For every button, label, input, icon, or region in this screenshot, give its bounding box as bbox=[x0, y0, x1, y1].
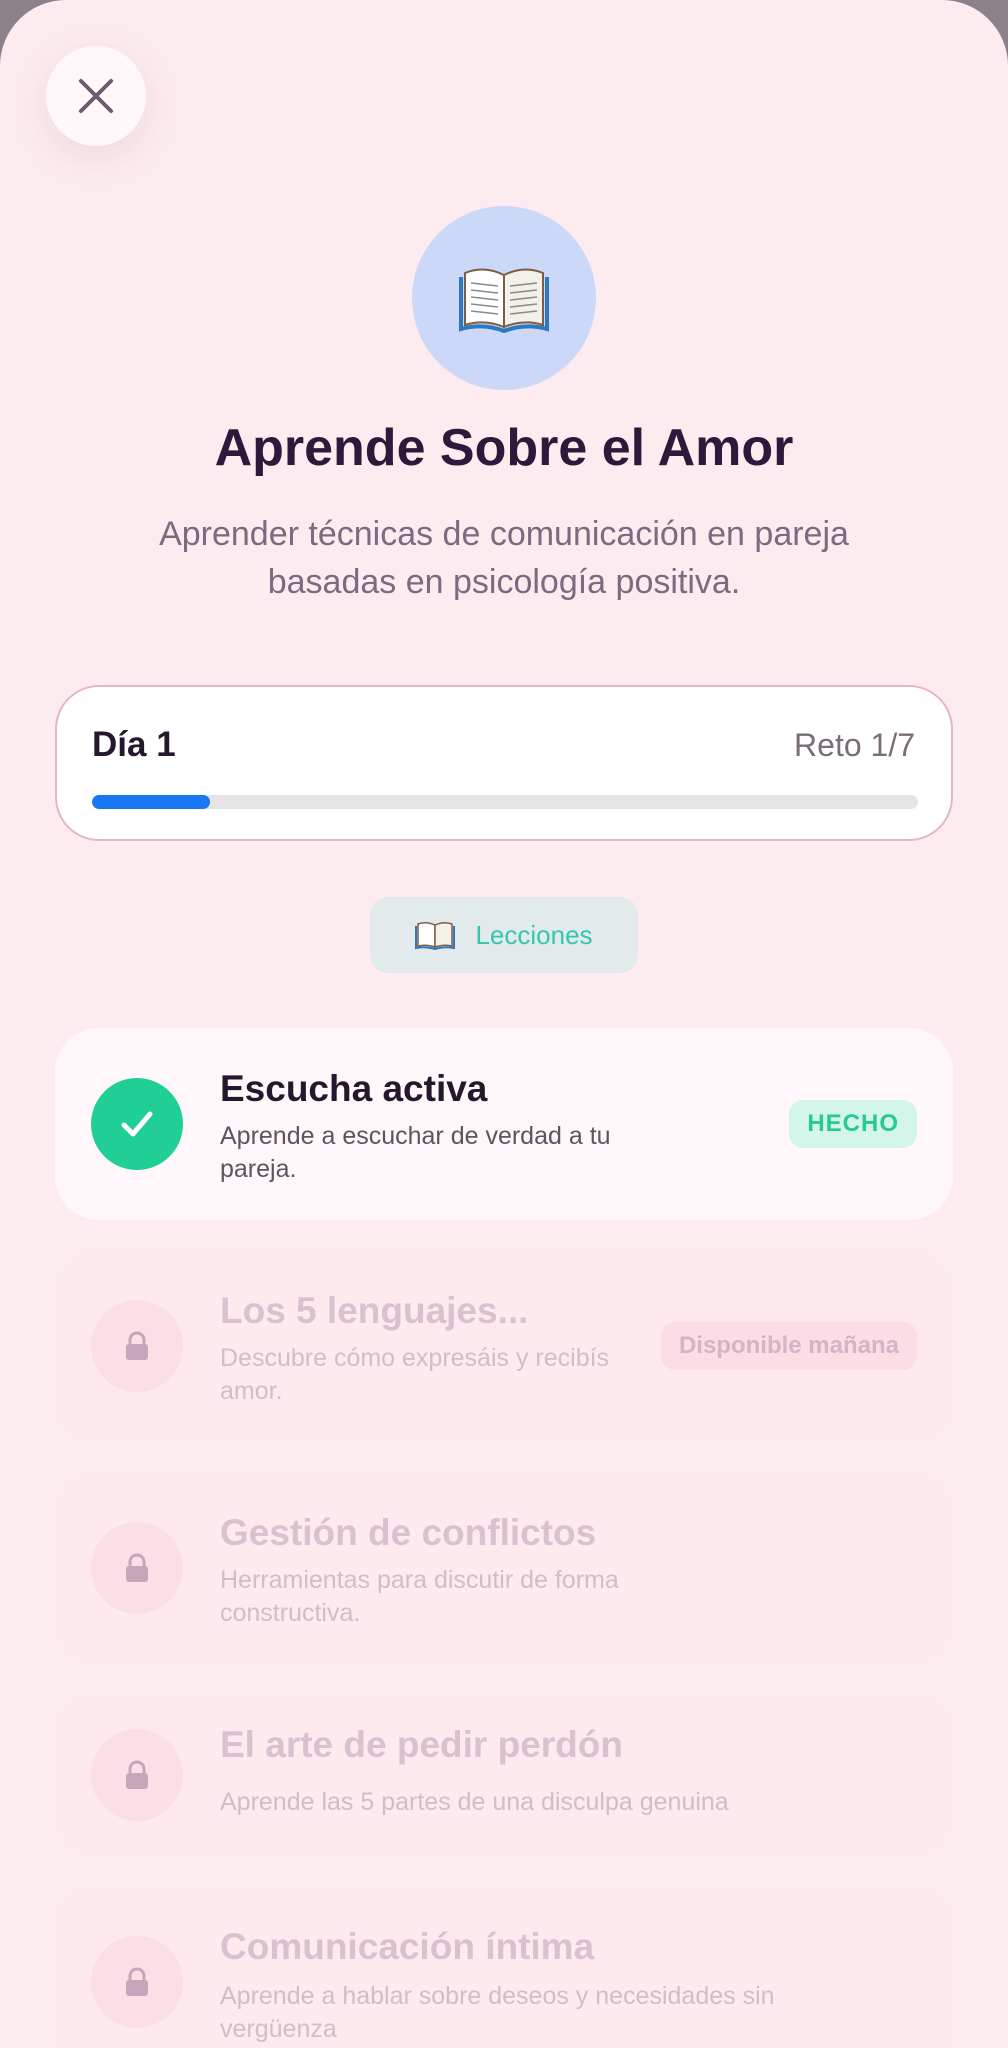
day-label: Día 1 bbox=[92, 725, 176, 764]
progress-fill bbox=[92, 795, 210, 809]
challenge-counter: Reto 1/7 bbox=[794, 727, 915, 763]
lesson-title: Escucha activa bbox=[220, 1068, 488, 1109]
lesson-title: Comunicación íntima bbox=[220, 1926, 595, 1967]
lock-icon bbox=[91, 1729, 183, 1821]
lesson-card-escucha-activa[interactable]: Escucha activa Aprende a escuchar de ver… bbox=[55, 1028, 953, 1220]
progress-card: Día 1 Reto 1/7 bbox=[55, 685, 953, 841]
lesson-card-comunicacion-intima[interactable]: Comunicación íntima Aprende a hablar sob… bbox=[55, 1886, 953, 2048]
lesson-description: Herramientas para discutir de forma cons… bbox=[220, 1566, 619, 1627]
status-badge-available-tomorrow: Disponible mañana bbox=[660, 1322, 917, 1370]
lock-icon bbox=[91, 1522, 183, 1614]
lock-icon bbox=[91, 1936, 183, 2028]
lesson-title: Los 5 lenguajes... bbox=[220, 1290, 529, 1331]
open-book-icon bbox=[459, 268, 549, 333]
page-title: Aprende Sobre el Amor bbox=[214, 419, 794, 477]
lessons-tab[interactable]: Lecciones bbox=[370, 897, 638, 973]
lesson-description: Aprende a hablar sobre deseos y necesida… bbox=[220, 1982, 775, 2043]
progress-track bbox=[92, 795, 918, 809]
lessons-tab-label: Lecciones bbox=[475, 919, 593, 950]
check-icon bbox=[91, 1078, 183, 1170]
lesson-title: Gestión de conflictos bbox=[220, 1512, 597, 1553]
lesson-description: Aprende a escuchar de verdad a tu pareja… bbox=[220, 1122, 611, 1183]
lesson-description: Descubre cómo expresáis y recibís amor. bbox=[220, 1344, 610, 1405]
lesson-card-el-arte-de-pedir-perdon[interactable]: El arte de pedir perdón Aprende las 5 pa… bbox=[55, 1694, 953, 1856]
lesson-description: Aprende las 5 partes de una disculpa gen… bbox=[220, 1788, 729, 1816]
close-icon bbox=[79, 79, 113, 113]
hero-book-icon bbox=[412, 206, 596, 390]
lesson-title: El arte de pedir perdón bbox=[220, 1724, 623, 1765]
close-button[interactable] bbox=[46, 46, 146, 146]
status-badge-done: HECHO bbox=[789, 1100, 917, 1148]
lesson-card-gestion-de-conflictos[interactable]: Gestión de conflictos Herramientas para … bbox=[55, 1472, 953, 1664]
lock-icon bbox=[91, 1300, 183, 1392]
page-subtitle: Aprender técnicas de comunicación en par… bbox=[159, 515, 849, 601]
lesson-card-los-5-lenguajes[interactable]: Los 5 lenguajes... Descubre cómo expresá… bbox=[55, 1250, 953, 1442]
lesson-sheet: Aprende Sobre el Amor Aprender técnicas … bbox=[0, 0, 1008, 2048]
open-book-icon bbox=[415, 921, 456, 950]
